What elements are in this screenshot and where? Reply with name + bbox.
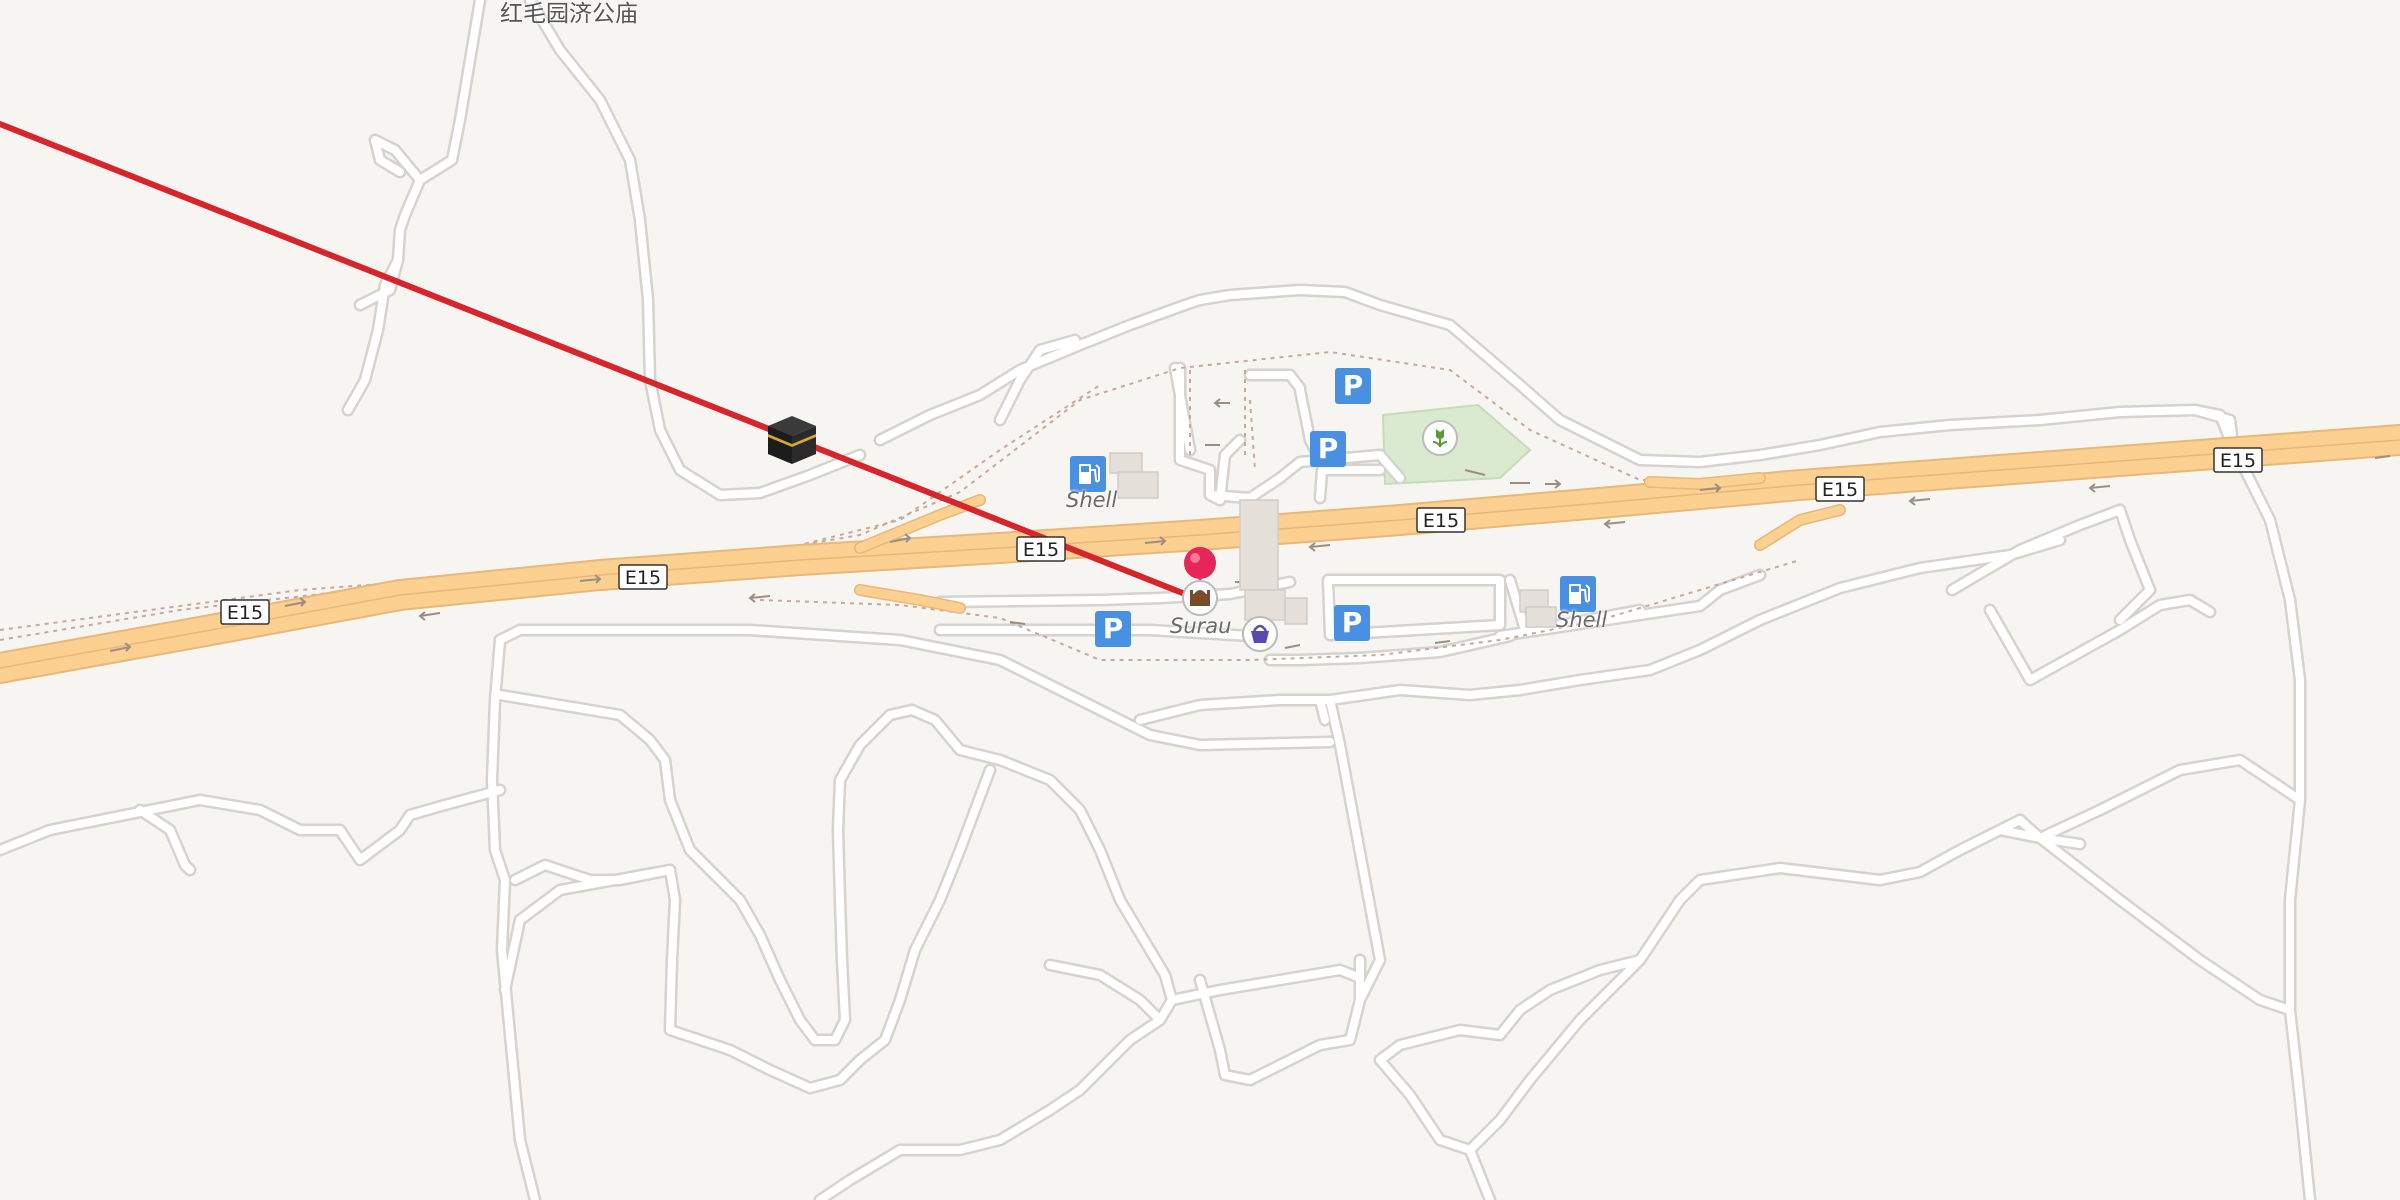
map-canvas[interactable]: E15 E15 E15 E15 E15 E15 红毛园济公庙 Surau She… <box>0 0 2400 1200</box>
fuel-station-icon[interactable] <box>1070 456 1106 492</box>
mosque-icon[interactable] <box>1182 580 1218 616</box>
parking-icon[interactable]: P <box>1095 611 1131 647</box>
parking-icon[interactable]: P <box>1334 605 1370 641</box>
place-label-temple[interactable]: 红毛园济公庙 <box>500 0 638 28</box>
park-tulip-icon[interactable] <box>1422 420 1458 456</box>
poi-label-shell-east[interactable]: Shell <box>1556 608 1607 632</box>
kaaba-icon[interactable] <box>764 412 820 468</box>
parking-icon[interactable]: P <box>1335 368 1371 404</box>
poi-label-surau[interactable]: Surau <box>1170 614 1231 638</box>
qibla-direction-line <box>0 121 1203 603</box>
parking-icon[interactable]: P <box>1310 431 1346 467</box>
shopping-basket-icon[interactable] <box>1242 616 1278 652</box>
fuel-station-icon[interactable] <box>1560 576 1596 612</box>
poi-label-shell-west[interactable]: Shell <box>1066 488 1117 512</box>
